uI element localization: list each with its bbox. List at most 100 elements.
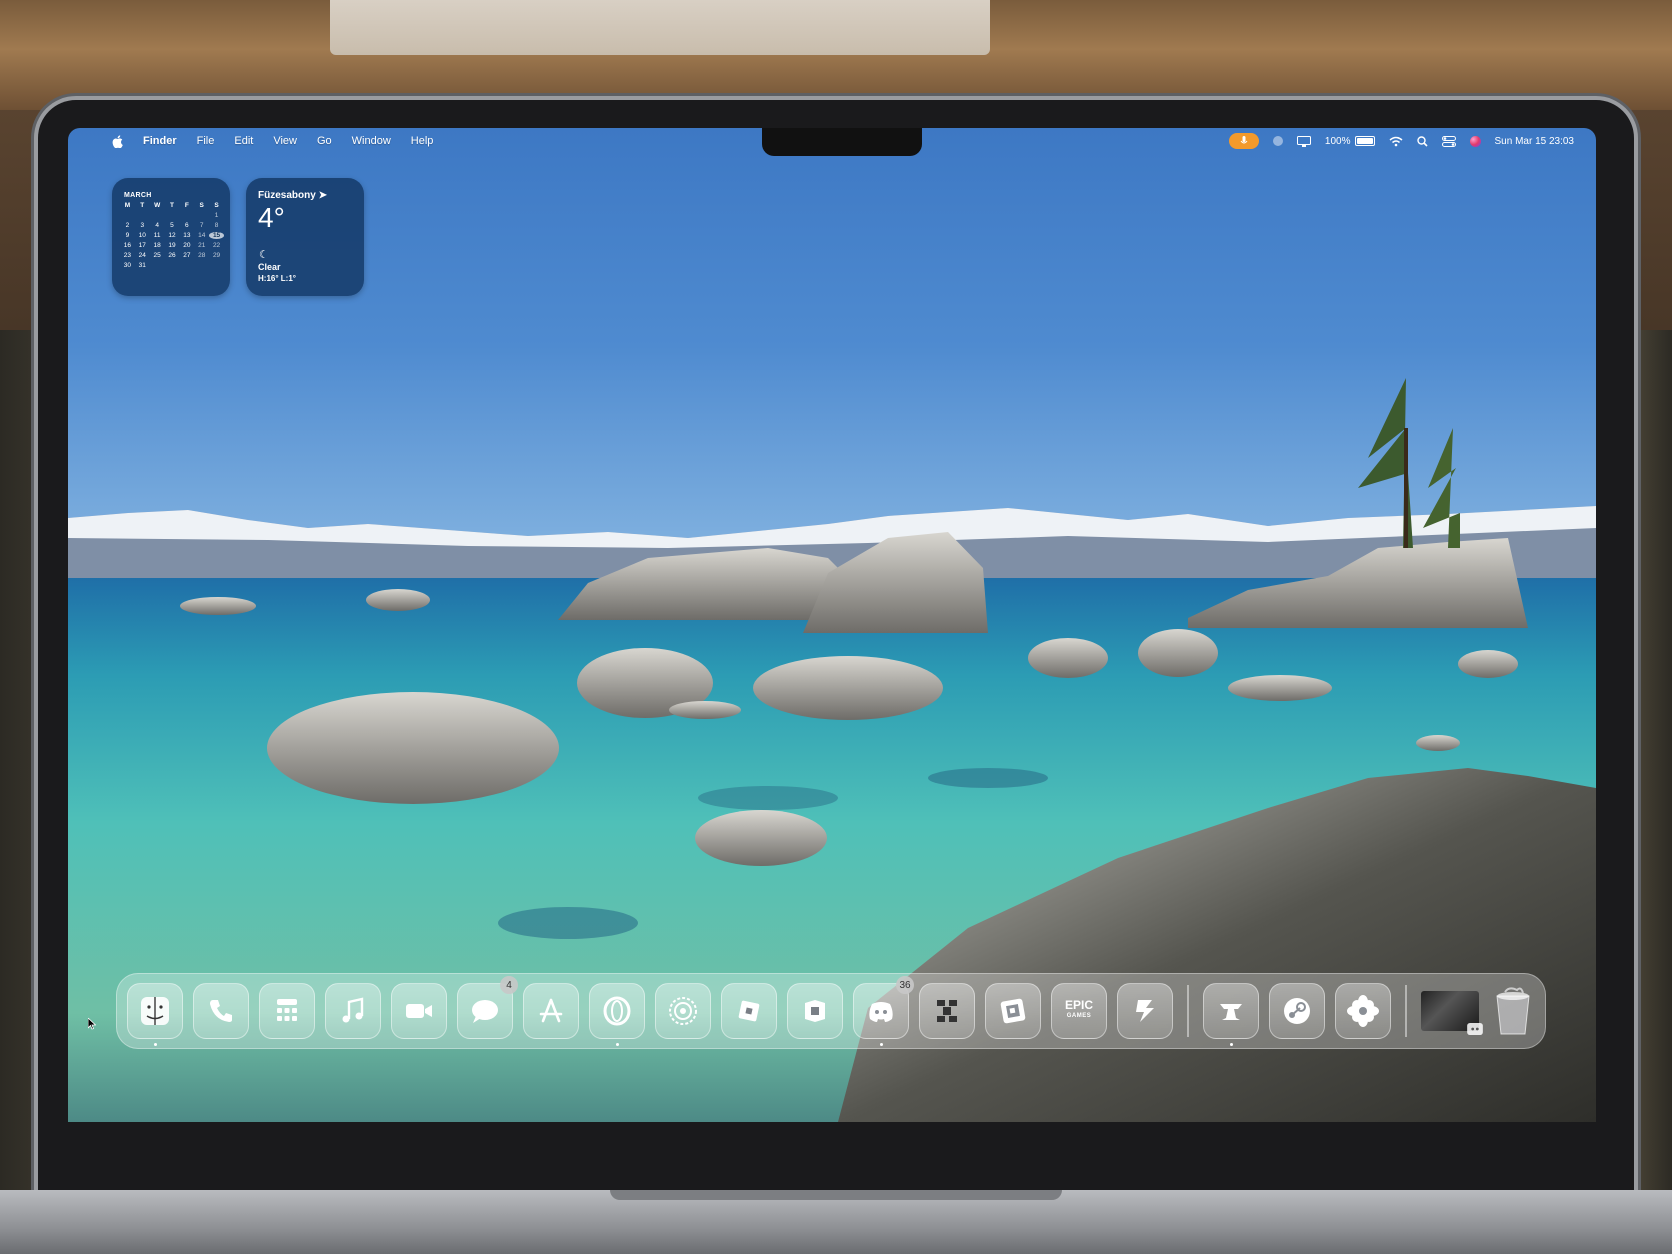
weather-temperature: 4° — [258, 202, 285, 233]
discord-badge: 36 — [896, 976, 914, 994]
dock-opera[interactable] — [589, 983, 645, 1046]
calendar-day — [209, 262, 224, 269]
minimized-window-thumbnail[interactable] — [1421, 991, 1483, 1035]
dock-finder[interactable] — [127, 983, 183, 1046]
calendar-day: 18 — [153, 242, 161, 249]
microphone-indicator-icon[interactable] — [1228, 133, 1259, 149]
menu-window[interactable]: Window — [352, 135, 391, 147]
calendar-day — [150, 212, 165, 219]
calendar-day: 13 — [183, 232, 191, 239]
weather-city: Füzesabony — [258, 190, 316, 201]
dock-roblox[interactable] — [721, 983, 777, 1039]
calculator-icon — [277, 999, 297, 1021]
siri-icon[interactable] — [1469, 135, 1481, 147]
calendar-day: 9 — [125, 232, 130, 239]
dock-flower-app[interactable] — [1335, 983, 1391, 1039]
app-store-icon — [539, 998, 563, 1023]
discord-icon — [869, 1002, 893, 1022]
apple-menu-icon[interactable] — [112, 134, 123, 148]
dock-phone[interactable] — [193, 983, 249, 1039]
calendar-day: 31 — [138, 262, 146, 269]
dock-sidequest[interactable] — [1117, 983, 1173, 1039]
menu-help[interactable]: Help — [411, 135, 434, 147]
epic-games-icon: EPIC GAMES — [1065, 999, 1093, 1022]
calendar-day — [165, 262, 180, 269]
menu-view[interactable]: View — [273, 135, 297, 147]
steam-icon — [1284, 998, 1310, 1024]
dock-music[interactable] — [325, 983, 381, 1039]
opera-icon — [603, 996, 631, 1026]
battery-percent: 100% — [1324, 135, 1351, 147]
dock-calculator[interactable] — [259, 983, 315, 1039]
location-arrow-icon: ➤ — [318, 190, 327, 201]
calendar-day — [165, 212, 180, 219]
menu-file[interactable]: File — [197, 135, 215, 147]
calendar-day — [135, 212, 150, 219]
calendar-day: 14 — [198, 232, 206, 239]
dock-steam[interactable] — [1269, 983, 1325, 1039]
dock-app-store[interactable] — [523, 983, 579, 1039]
calendar-day: 12 — [168, 232, 176, 239]
sidequest-icon — [1136, 1000, 1154, 1022]
running-indicator — [615, 1043, 619, 1046]
dock-anvil[interactable] — [1203, 983, 1259, 1046]
battery-icon — [1354, 136, 1375, 146]
calendar-day: 11 — [153, 232, 161, 239]
calendar-month: MARCH — [124, 192, 152, 199]
spotlight-search-icon[interactable] — [1416, 135, 1428, 147]
anvil-icon — [1220, 1004, 1242, 1020]
cushion-right — [1632, 330, 1672, 1254]
calendar-day: 19 — [168, 242, 176, 249]
weather-condition: Clear — [258, 262, 281, 272]
calendar-day — [179, 262, 194, 269]
dock-facetime[interactable] — [391, 983, 447, 1039]
dock-messages[interactable]: 4 — [457, 976, 518, 1039]
calendar-day: 29 — [212, 252, 221, 259]
display-icon[interactable] — [1296, 135, 1311, 147]
dock-discord[interactable]: 36 — [853, 976, 914, 1046]
calendar-day: 24 — [138, 252, 146, 259]
trash-icon — [1496, 987, 1530, 1035]
control-center-icon[interactable] — [1441, 135, 1456, 147]
dock-separator — [1405, 985, 1407, 1037]
wifi-icon[interactable] — [1389, 136, 1403, 147]
battery-status[interactable]: 100% — [1325, 136, 1375, 147]
status-dot-icon[interactable] — [1272, 136, 1283, 146]
calendar-day: 4 — [155, 222, 159, 229]
calendar-day: 25 — [153, 252, 161, 259]
calendar-day: 8 — [214, 222, 219, 229]
crossover-icon — [937, 1000, 957, 1022]
dock-geometry-dash[interactable] — [985, 983, 1041, 1039]
calendar-day: 30 — [123, 262, 132, 269]
weekday-header: W — [154, 202, 161, 209]
music-icon — [342, 997, 364, 1023]
dock-system-settings[interactable] — [655, 983, 711, 1039]
dock-epic-games[interactable]: EPIC GAMES — [1051, 983, 1107, 1039]
weather-widget[interactable]: Füzesabony ➤ 4° ☾ Clear H:16° L:1° — [246, 178, 364, 296]
weekday-header: F — [184, 202, 189, 209]
dock-crossover[interactable] — [919, 983, 975, 1039]
dock-roblox-studio[interactable] — [787, 983, 843, 1039]
menu-edit[interactable]: Edit — [234, 135, 253, 147]
weather-city-row: Füzesabony ➤ — [258, 190, 327, 201]
calendar-widget[interactable]: MARCH M T W T F S S 1 2 3 4 5 6 7 8 9 10 11 12 13 14 15 16 17 18… — [112, 178, 230, 296]
menu-clock[interactable]: Sun Mar 15 23:03 — [1495, 136, 1575, 147]
calendar-today: 15 — [209, 232, 224, 239]
weekday-header: S — [199, 202, 204, 209]
menu-go[interactable]: Go — [317, 135, 332, 147]
calendar-day: 10 — [138, 232, 146, 239]
calendar-day: 6 — [185, 222, 189, 229]
calendar-day: 16 — [123, 242, 132, 249]
dock: 4 36 EPIC GAMES — [116, 973, 1546, 1049]
calendar-day — [194, 262, 209, 269]
running-indicator — [879, 1043, 883, 1046]
trash[interactable] — [1489, 984, 1537, 1038]
running-indicator — [153, 1043, 157, 1046]
calendar-day: 17 — [138, 242, 146, 249]
flower-icon — [1347, 995, 1379, 1027]
desktop-screen: Finder File Edit View Go Window Help 100… — [68, 128, 1596, 1122]
weekday-header: S — [214, 202, 219, 209]
camera-notch — [762, 128, 922, 156]
menu-app-name[interactable]: Finder — [143, 135, 177, 147]
roblox-icon — [738, 1000, 760, 1022]
